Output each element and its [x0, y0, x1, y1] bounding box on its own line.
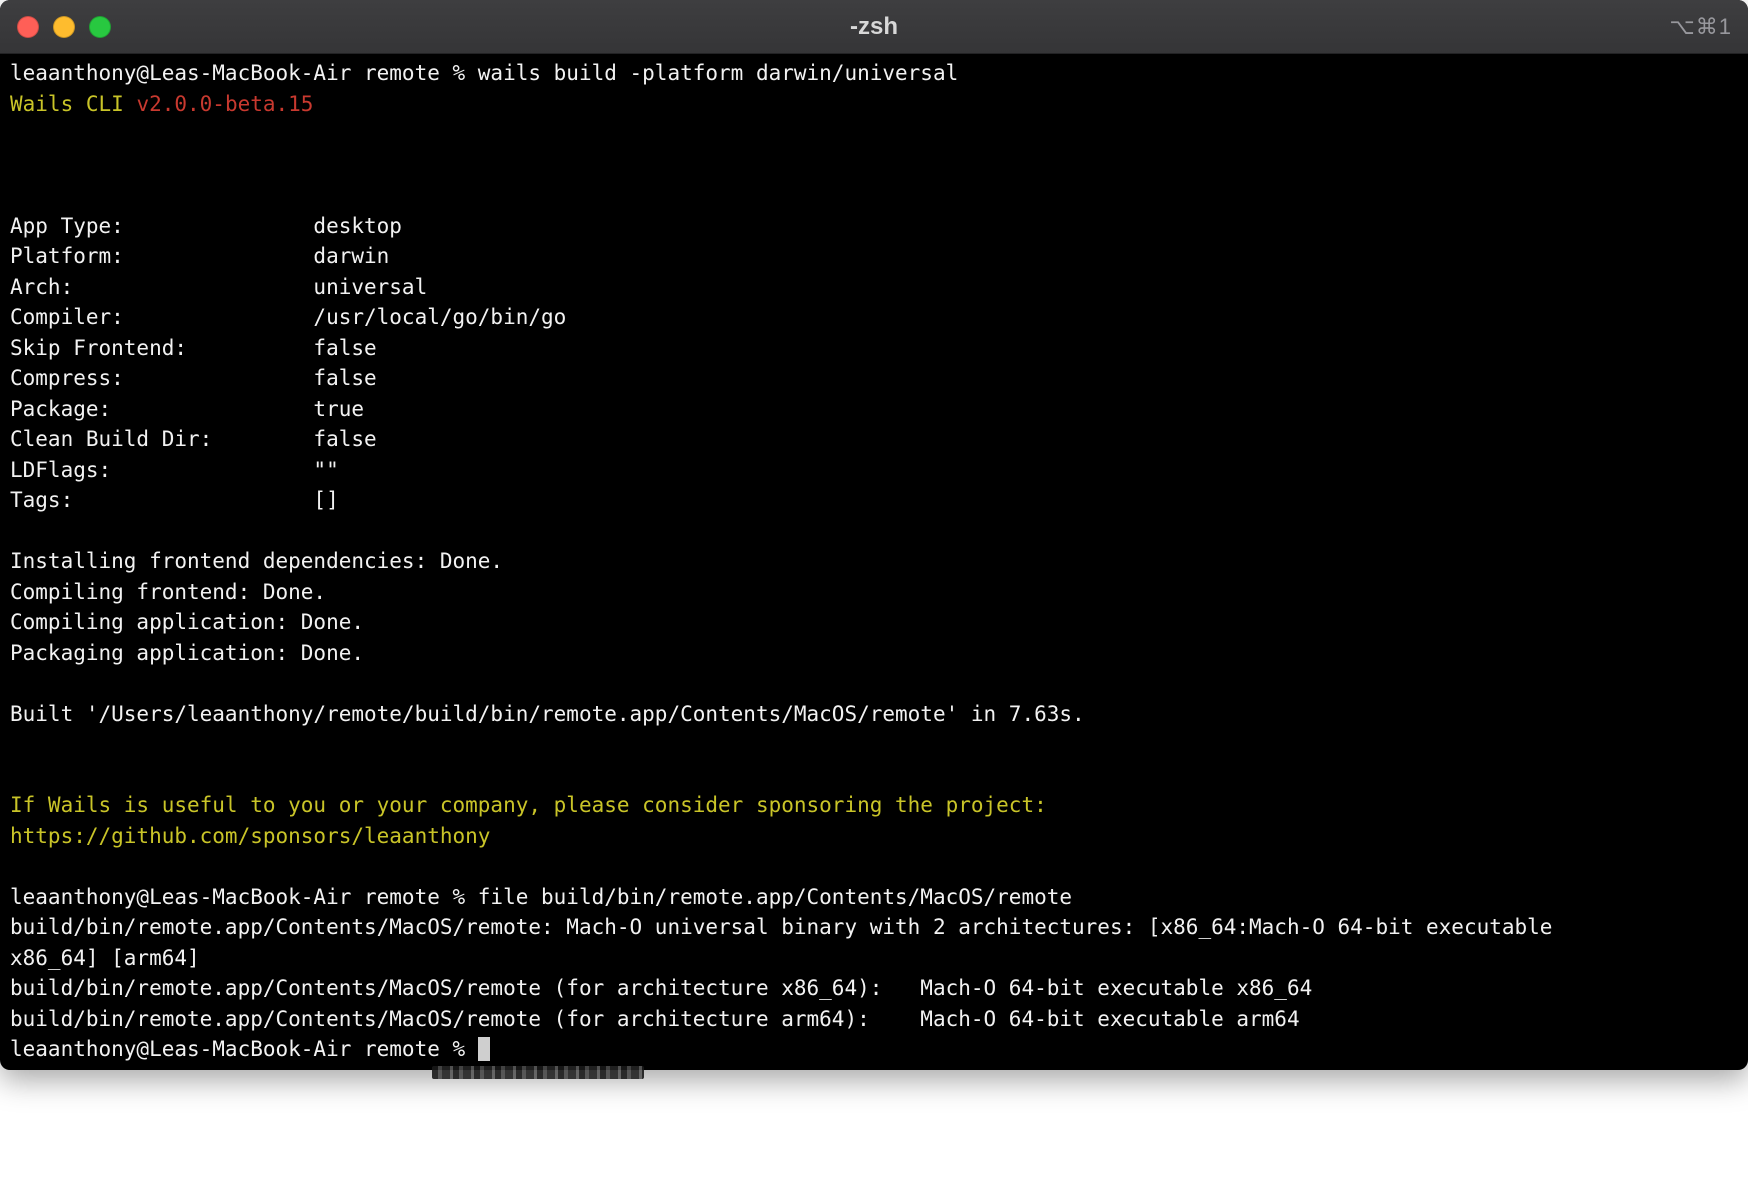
- terminal-line: Compiling application: Done.: [10, 607, 1738, 638]
- terminal-line: [10, 516, 1738, 547]
- terminal-line: Platform: darwin: [10, 241, 1738, 272]
- terminal-line: [10, 180, 1738, 211]
- terminal-text: https://github.com/sponsors/leaanthony: [10, 824, 490, 848]
- terminal-line: x86_64] [arm64]: [10, 943, 1738, 974]
- terminal-line: leaanthony@Leas-MacBook-Air remote %: [10, 1034, 1738, 1065]
- terminal-line: Installing frontend dependencies: Done.: [10, 546, 1738, 577]
- window-title: -zsh: [0, 13, 1748, 41]
- terminal-line: Arch: universal: [10, 272, 1738, 303]
- background-window-fragment: [432, 1066, 644, 1079]
- terminal-text: Compiler: /usr/local/go/bin/go: [10, 305, 566, 329]
- terminal-text: Compiling frontend: Done.: [10, 580, 326, 604]
- terminal-text: Compress: false: [10, 366, 377, 390]
- terminal-line: build/bin/remote.app/Contents/MacOS/remo…: [10, 1004, 1738, 1035]
- terminal-text: Package: true: [10, 397, 364, 421]
- terminal-text: LDFlags: "": [10, 458, 339, 482]
- terminal-line: Package: true: [10, 394, 1738, 425]
- terminal-line: build/bin/remote.app/Contents/MacOS/remo…: [10, 973, 1738, 1004]
- text-cursor: [478, 1037, 491, 1061]
- terminal-text: Compiling application: Done.: [10, 610, 364, 634]
- terminal-line: [10, 851, 1738, 882]
- tab-shortcut-hint: ⌥⌘1: [1669, 14, 1732, 40]
- terminal-line: [10, 668, 1738, 699]
- terminal-line: App Type: desktop: [10, 211, 1738, 242]
- terminal-line: Compiler: /usr/local/go/bin/go: [10, 302, 1738, 333]
- terminal-screen[interactable]: leaanthony@Leas-MacBook-Air remote % wai…: [0, 54, 1748, 1065]
- terminal-line: Tags: []: [10, 485, 1738, 516]
- terminal-text: Installing frontend dependencies: Done.: [10, 549, 503, 573]
- traffic-lights: [0, 16, 111, 38]
- terminal-text: If Wails is useful to you or your compan…: [10, 793, 1047, 817]
- terminal-text: App Type: desktop: [10, 214, 402, 238]
- terminal-line: leaanthony@Leas-MacBook-Air remote % fil…: [10, 882, 1738, 913]
- terminal-line: Clean Build Dir: false: [10, 424, 1738, 455]
- terminal-text: Tags: []: [10, 488, 339, 512]
- terminal-line: Compiling frontend: Done.: [10, 577, 1738, 608]
- terminal-text: Clean Build Dir: false: [10, 427, 377, 451]
- terminal-line: Built '/Users/leaanthony/remote/build/bi…: [10, 699, 1738, 730]
- title-bar[interactable]: -zsh ⌥⌘1: [0, 0, 1748, 54]
- terminal-text: Wails CLI: [10, 92, 136, 116]
- terminal-text: Built '/Users/leaanthony/remote/build/bi…: [10, 702, 1085, 726]
- terminal-text: Platform: darwin: [10, 244, 389, 268]
- terminal-text: leaanthony@Leas-MacBook-Air remote %: [10, 1037, 478, 1061]
- terminal-text: Skip Frontend: false: [10, 336, 377, 360]
- terminal-window: -zsh ⌥⌘1 leaanthony@Leas-MacBook-Air rem…: [0, 0, 1748, 1070]
- terminal-line: Skip Frontend: false: [10, 333, 1738, 364]
- terminal-text: build/bin/remote.app/Contents/MacOS/remo…: [10, 976, 1312, 1000]
- terminal-text: Arch: universal: [10, 275, 427, 299]
- terminal-text: v2.0.0-beta.15: [136, 92, 313, 116]
- terminal-line: Wails CLI v2.0.0-beta.15: [10, 89, 1738, 120]
- terminal-line: If Wails is useful to you or your compan…: [10, 790, 1738, 821]
- terminal-line: leaanthony@Leas-MacBook-Air remote % wai…: [10, 58, 1738, 89]
- minimize-button[interactable]: [53, 16, 75, 38]
- terminal-text: build/bin/remote.app/Contents/MacOS/remo…: [10, 1007, 1300, 1031]
- terminal-line: Packaging application: Done.: [10, 638, 1738, 669]
- terminal-line: build/bin/remote.app/Contents/MacOS/remo…: [10, 912, 1738, 943]
- terminal-line: LDFlags: "": [10, 455, 1738, 486]
- terminal-text: leaanthony@Leas-MacBook-Air remote % wai…: [10, 61, 958, 85]
- terminal-line: https://github.com/sponsors/leaanthony: [10, 821, 1738, 852]
- terminal-text: build/bin/remote.app/Contents/MacOS/remo…: [10, 915, 1552, 939]
- terminal-line: [10, 760, 1738, 791]
- zoom-button[interactable]: [89, 16, 111, 38]
- terminal-line: [10, 150, 1738, 181]
- terminal-line: [10, 729, 1738, 760]
- terminal-text: Packaging application: Done.: [10, 641, 364, 665]
- close-button[interactable]: [17, 16, 39, 38]
- terminal-line: Compress: false: [10, 363, 1738, 394]
- terminal-text: x86_64] [arm64]: [10, 946, 200, 970]
- terminal-text: leaanthony@Leas-MacBook-Air remote % fil…: [10, 885, 1072, 909]
- terminal-line: [10, 119, 1738, 150]
